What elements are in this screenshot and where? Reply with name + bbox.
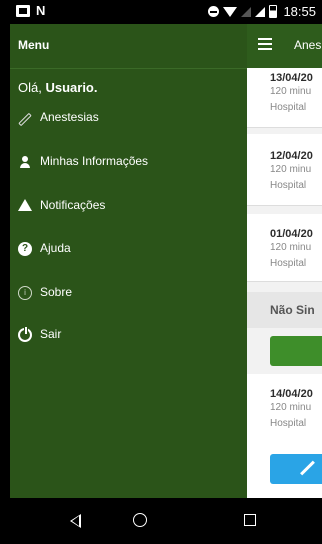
back-icon[interactable] [70, 514, 81, 528]
warning-icon [18, 199, 32, 211]
menu-item-label: Notificações [40, 198, 106, 212]
item-hospital: Hospital [270, 418, 307, 429]
navigation-drawer: Menu Olá, Usuario. Anestesias Minhas Inf… [10, 24, 247, 532]
status-bar: N 18:55 [10, 0, 322, 24]
menu-item-label: Sobre [40, 285, 73, 299]
menu-item-notificacoes[interactable]: Notificações [10, 188, 247, 224]
user-name: Usuario. [45, 80, 98, 95]
user-icon [18, 155, 32, 169]
gallery-notification-icon [16, 5, 30, 17]
menu-item-sobre[interactable]: i Sobre [10, 275, 247, 311]
item-duration: 120 minu [270, 402, 312, 413]
item-date: 13/04/20 [270, 72, 313, 84]
greeting-prefix: Olá, [18, 80, 46, 95]
list-item[interactable]: 13/04/20 120 minu Hospital [247, 68, 322, 128]
wifi-icon [223, 6, 238, 17]
menu-item-sair[interactable]: Sair [10, 317, 247, 353]
item-duration: 120 minu [270, 242, 312, 253]
signal-empty-icon [241, 6, 252, 17]
menu-item-label: Sair [40, 327, 62, 341]
item-hospital: Hospital [270, 258, 307, 269]
signal-icon [255, 6, 266, 17]
menu-item-label: Ajuda [40, 241, 71, 255]
syringe-icon [18, 111, 32, 125]
info-icon: i [18, 286, 32, 300]
user-greeting: Olá, Usuario. [18, 80, 97, 95]
item-hospital: Hospital [270, 102, 307, 113]
item-duration: 120 minu [270, 164, 312, 175]
pencil-icon [300, 460, 315, 476]
drawer-title: Menu [18, 38, 50, 52]
menu-item-anestesias[interactable]: Anestesias [10, 100, 247, 136]
power-icon [18, 327, 32, 342]
recent-apps-icon[interactable] [244, 514, 256, 526]
sync-button[interactable] [270, 336, 322, 366]
anesthesia-list[interactable]: 13/04/20 120 minu Hospital 12/04/20 120 … [247, 68, 322, 532]
battery-icon [269, 5, 278, 18]
app-title: Anes [294, 38, 322, 52]
menu-item-label: Minhas Informações [40, 154, 149, 168]
menu-item-minhas-informacoes[interactable]: Minhas Informações [10, 144, 247, 180]
list-item[interactable]: 12/04/20 120 minu Hospital [247, 134, 322, 206]
item-date: 12/04/20 [270, 150, 313, 162]
section-header: Não Sin [247, 292, 322, 328]
item-duration: 120 minu [270, 86, 312, 97]
menu-item-ajuda[interactable]: ? Ajuda [10, 231, 247, 267]
menu-item-label: Anestesias [40, 110, 99, 124]
drawer-header: Menu [10, 24, 247, 69]
edit-button[interactable] [270, 454, 322, 484]
item-date: 01/04/20 [270, 228, 313, 240]
list-item[interactable]: 01/04/20 120 minu Hospital [247, 214, 322, 282]
item-date: 14/04/20 [270, 388, 313, 400]
home-icon[interactable] [133, 513, 147, 527]
item-hospital: Hospital [270, 180, 307, 191]
phone-screen: N 18:55 Anes 13/04/20 120 minu Hospital … [10, 0, 322, 544]
clock: 18:55 [283, 4, 316, 19]
do-not-disturb-icon [208, 6, 220, 17]
n-notification-icon: N [36, 3, 46, 18]
help-icon: ? [18, 242, 32, 256]
menu-icon[interactable] [258, 38, 272, 50]
system-navigation-bar [10, 498, 322, 544]
